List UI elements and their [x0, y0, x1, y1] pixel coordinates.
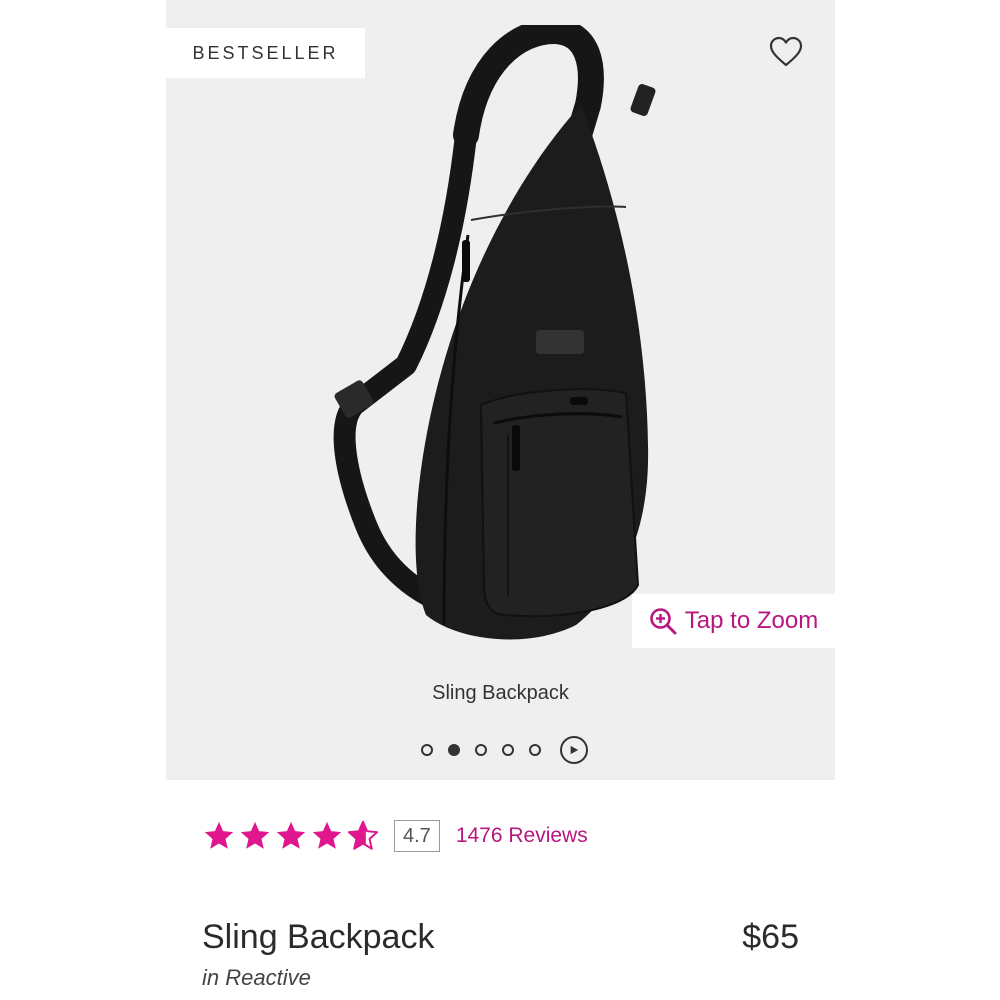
gallery-pagination — [166, 736, 835, 764]
gallery-dot-2[interactable] — [448, 744, 460, 756]
zoom-in-icon — [649, 608, 677, 635]
product-card: BESTSELLER Tap to Zoom Sling Backpack 4.… — [166, 0, 835, 1000]
gallery-dot-4[interactable] — [502, 744, 514, 756]
product-gallery[interactable]: BESTSELLER Tap to Zoom Sling Backpack — [166, 0, 835, 780]
product-price: $65 — [742, 918, 799, 956]
reviews-link[interactable]: 1476 Reviews — [456, 824, 588, 848]
half-star-icon — [347, 820, 379, 850]
star-icon — [276, 821, 306, 849]
gallery-dot-5[interactable] — [529, 744, 541, 756]
video-play-button[interactable] — [560, 736, 588, 764]
rating-score: 4.7 — [394, 820, 440, 852]
image-caption: Sling Backpack — [432, 682, 569, 704]
wishlist-button[interactable] — [769, 36, 803, 68]
tap-to-zoom-button[interactable]: Tap to Zoom — [632, 594, 835, 648]
star-icon — [240, 821, 270, 849]
tap-to-zoom-label: Tap to Zoom — [684, 607, 819, 634]
star-rating — [202, 819, 380, 853]
product-title: Sling Backpack — [202, 918, 435, 956]
product-image — [333, 25, 656, 640]
gallery-dot-3[interactable] — [475, 744, 487, 756]
product-page: BESTSELLER Tap to Zoom Sling Backpack 4.… — [0, 0, 1000, 1000]
rating-row: 4.7 1476 Reviews — [202, 814, 588, 858]
star-icon — [204, 821, 234, 849]
product-variant: in Reactive — [202, 965, 311, 990]
star-icon — [312, 821, 342, 849]
gallery-dot-1[interactable] — [421, 744, 433, 756]
heart-icon — [769, 36, 803, 67]
play-icon — [570, 745, 579, 755]
